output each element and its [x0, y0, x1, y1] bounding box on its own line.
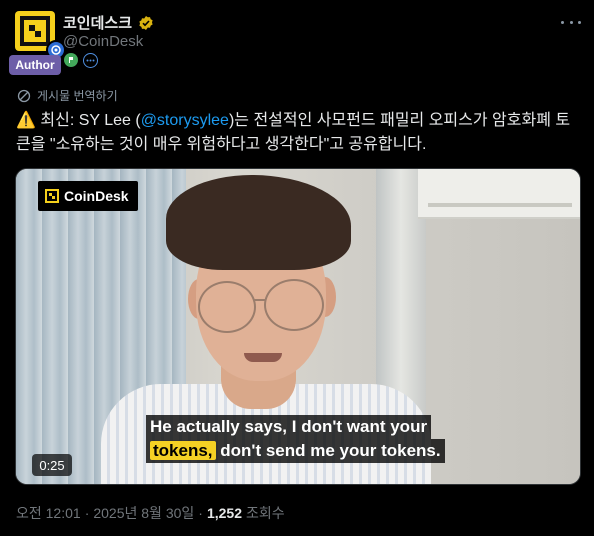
- caption-line-1: He actually says, I don't want your: [146, 415, 432, 439]
- translate-label: 게시물 번역하기: [37, 89, 118, 103]
- video-player[interactable]: CoinDesk He actually says, I don't want …: [15, 168, 581, 485]
- avatar[interactable]: [15, 11, 66, 60]
- flag-badge-icon: [64, 53, 78, 67]
- translate-post-link[interactable]: 게시물 번역하기: [17, 87, 118, 104]
- translate-icon: [17, 89, 31, 102]
- video-duration: 0:25: [32, 454, 72, 476]
- post-time[interactable]: 오전 12:01: [16, 503, 81, 523]
- air-conditioner: [418, 169, 580, 219]
- coindesk-logo-icon: [20, 16, 50, 46]
- separator-dot: ·: [198, 505, 203, 521]
- more-options-button[interactable]: [561, 14, 581, 30]
- coindesk-logo-icon: [45, 189, 59, 203]
- post-date[interactable]: 2025년 8월 30일: [93, 503, 194, 523]
- display-name[interactable]: 코인데스크: [63, 12, 132, 33]
- tweet-prefix: 최신: SY Lee (: [40, 112, 141, 129]
- views-count: 1,252: [206, 505, 243, 521]
- video-logo: CoinDesk: [38, 181, 138, 211]
- caption-line-2: tokens, don't send me your tokens.: [146, 439, 445, 463]
- video-logo-text: CoinDesk: [64, 188, 129, 204]
- warning-icon: ⚠️: [16, 112, 36, 129]
- verified-gold-icon: [139, 15, 153, 30]
- caption-line-2-rest: don't send me your tokens.: [215, 441, 441, 460]
- tweet-text: ⚠️ 최신: SY Lee (@storysylee)는 전설적인 사모펀드 패…: [16, 109, 581, 157]
- views-label: 조회수: [246, 505, 285, 521]
- user-handle[interactable]: @CoinDesk: [63, 33, 143, 50]
- separator-dot: ·: [84, 505, 90, 521]
- video-caption: He actually says, I don't want your toke…: [146, 415, 456, 463]
- tweet-meta: 오전 12:01 · 2025년 8월 30일 · 1,252 조회수: [16, 503, 285, 523]
- author-badge: Author: [9, 55, 61, 75]
- mention-link[interactable]: @storysylee: [141, 112, 229, 129]
- caption-highlight: tokens,: [150, 441, 216, 460]
- more-options-circle-icon: [83, 53, 98, 68]
